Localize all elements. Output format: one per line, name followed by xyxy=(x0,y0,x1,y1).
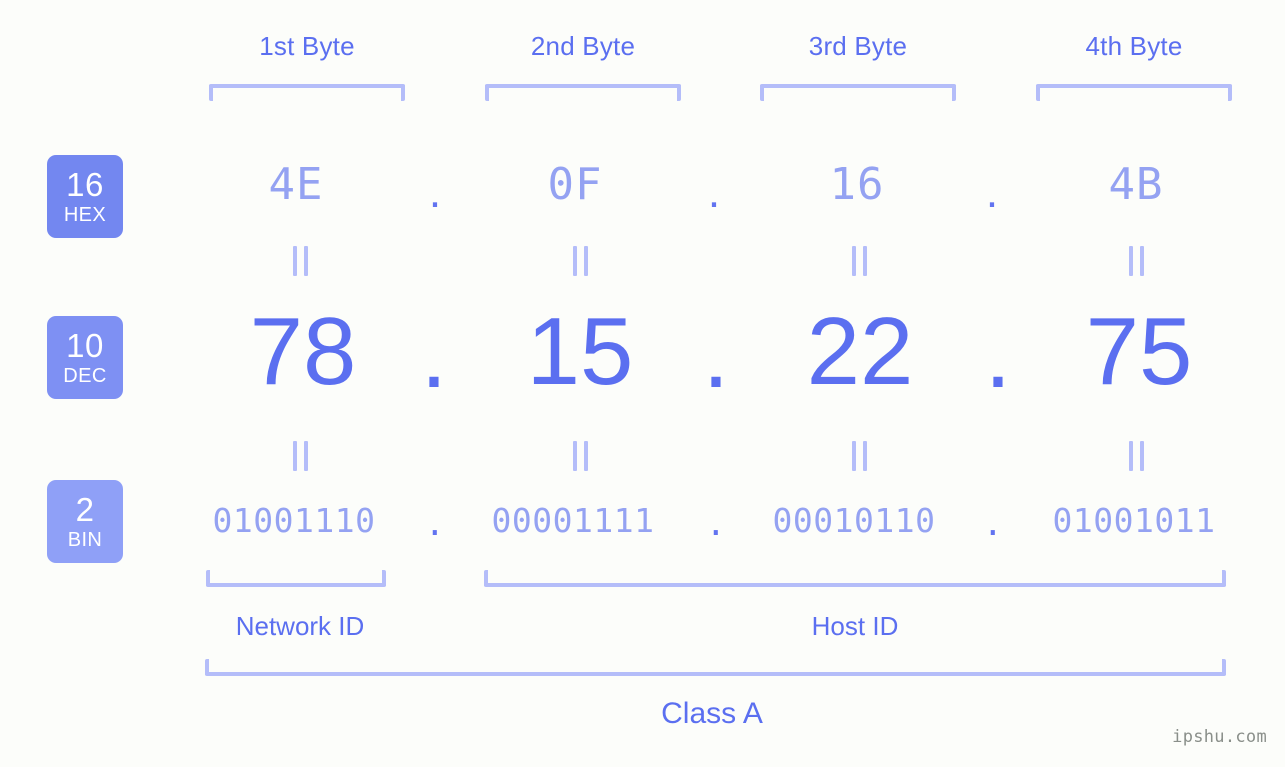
dec-separator-1: . xyxy=(420,301,448,408)
hex-octet-3: 16 xyxy=(829,159,885,210)
byte-bracket-3 xyxy=(760,84,956,101)
host-id-label: Host ID xyxy=(811,611,899,641)
byte-bracket-1 xyxy=(209,84,405,101)
byte-bracket-2 xyxy=(485,84,681,101)
badge-hex-base: HEX xyxy=(63,204,107,226)
badge-dec-number: 10 xyxy=(66,327,104,364)
hex-octet-4: 4B xyxy=(1108,159,1164,210)
badge-bin: 2 BIN xyxy=(47,480,123,563)
byte-header-1: 1st Byte xyxy=(259,31,355,61)
equals-icon-dec-bin-1 xyxy=(283,440,317,472)
dec-octet-4: 75 xyxy=(1085,298,1193,405)
bin-octet-2: 00001111 xyxy=(491,501,655,540)
hex-separator-3: . xyxy=(985,168,999,217)
class-label: Class A xyxy=(661,697,763,730)
equals-icon-dec-bin-3 xyxy=(842,440,876,472)
byte-header-4: 4th Byte xyxy=(1085,31,1183,61)
badge-hex: 16 HEX xyxy=(47,155,123,238)
network-id-label: Network ID xyxy=(235,611,365,641)
byte-header-3: 3rd Byte xyxy=(808,31,908,61)
byte-bracket-4 xyxy=(1036,84,1232,101)
equals-icon-dec-bin-2 xyxy=(563,440,597,472)
dec-separator-2: . xyxy=(702,301,730,408)
dec-octet-2: 15 xyxy=(526,298,634,405)
hex-octet-1: 4E xyxy=(268,159,324,210)
badge-dec: 10 DEC xyxy=(47,316,123,399)
badge-bin-base: BIN xyxy=(67,529,103,551)
bin-octet-3: 00010110 xyxy=(772,501,936,540)
equals-icon-hex-dec-1 xyxy=(283,245,317,277)
badge-dec-base: DEC xyxy=(63,365,107,387)
equals-icon-dec-bin-4 xyxy=(1119,440,1153,472)
watermark: ipshu.com xyxy=(1172,727,1267,747)
bin-octet-4: 01001011 xyxy=(1052,501,1216,540)
bin-octet-1: 01001110 xyxy=(212,501,376,540)
class-bracket xyxy=(205,659,1226,676)
equals-icon-hex-dec-3 xyxy=(842,245,876,277)
equals-icon-hex-dec-4 xyxy=(1119,245,1153,277)
equals-icon-hex-dec-2 xyxy=(563,245,597,277)
network-id-bracket xyxy=(206,570,386,587)
host-id-bracket xyxy=(484,570,1226,587)
dec-octet-1: 78 xyxy=(249,298,357,405)
dec-octet-3: 22 xyxy=(806,298,914,405)
badge-hex-number: 16 xyxy=(66,166,104,203)
ip-address-breakdown-diagram: 1st Byte 2nd Byte 3rd Byte 4th Byte 16 H… xyxy=(0,0,1285,767)
hex-octet-2: 0F xyxy=(547,159,603,210)
badge-bin-number: 2 xyxy=(75,491,95,528)
hex-separator-2: . xyxy=(707,168,721,217)
byte-header-2: 2nd Byte xyxy=(530,31,636,61)
